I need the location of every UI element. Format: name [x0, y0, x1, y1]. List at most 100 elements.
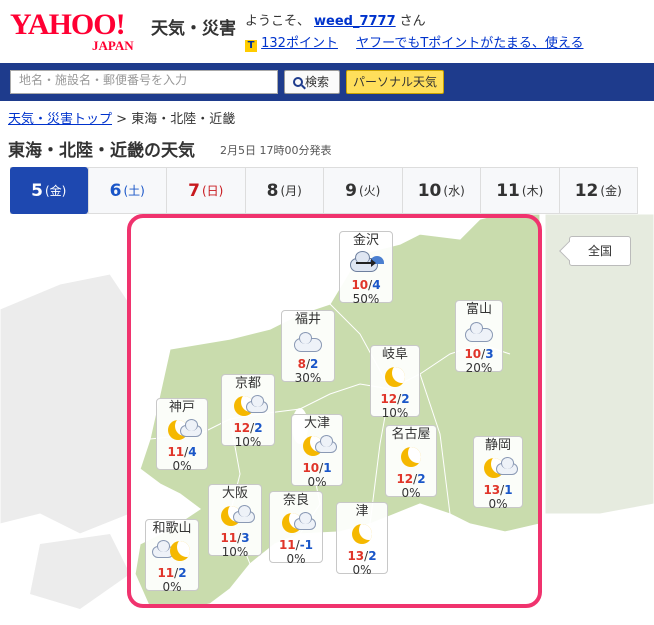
- moon-cloud-icon: [228, 391, 268, 421]
- breadcrumb-home-link[interactable]: 天気・災害トップ: [8, 112, 112, 127]
- weather-map: 全国 金沢 10/4 50% 福井 8/2 30% 富山 10/3 20% 岐阜…: [0, 214, 654, 622]
- outside-land-west: [0, 273, 131, 535]
- date-tab-day: 6: [109, 180, 122, 201]
- city-temps: 11/3: [220, 531, 250, 545]
- city-pop: 0%: [352, 563, 372, 577]
- city-name: 神戸: [168, 400, 195, 415]
- logo-subtext: JAPAN: [92, 38, 134, 53]
- city-temps: 10/3: [464, 347, 494, 361]
- cloud-icon: [459, 317, 499, 347]
- date-tab-day: 5: [31, 180, 43, 201]
- date-tab-day: 12: [574, 180, 599, 201]
- date-tab-11[interactable]: 11 (木): [480, 168, 559, 213]
- breadcrumb-separator: >: [116, 112, 128, 127]
- city-high: 13: [347, 549, 365, 563]
- page-title: 東海・北陸・近畿の天気: [8, 141, 195, 161]
- city-temps: 12/2: [396, 472, 426, 486]
- tpoint-icon: T: [245, 40, 257, 52]
- service-name: 天気・災害: [151, 19, 236, 39]
- date-tab-day: 8: [266, 180, 279, 201]
- moon-cloud-icon: [478, 453, 518, 483]
- city-temps: 13/1: [483, 483, 513, 497]
- city-low: 1: [504, 483, 513, 497]
- date-tab-8[interactable]: 8 (月): [244, 168, 324, 213]
- city-low: 1: [323, 461, 332, 475]
- date-tab-dow: (金): [600, 184, 622, 198]
- city-weather-osaka[interactable]: 大阪 11/3 10%: [208, 484, 262, 559]
- city-weather-wakayama[interactable]: 和歌山 11/2 0%: [145, 519, 199, 594]
- city-pop: 50%: [352, 292, 380, 306]
- city-high: 10: [351, 278, 369, 292]
- city-high: 13: [483, 483, 501, 497]
- date-tab-7[interactable]: 7 (日): [166, 168, 245, 213]
- tpoint-promo-link[interactable]: ヤフーでもTポイントがたまる、使える: [356, 36, 583, 51]
- city-high: 12: [396, 472, 414, 486]
- city-temps: 11/-1: [278, 538, 314, 552]
- city-name: 京都: [234, 376, 261, 391]
- city-weather-fukui[interactable]: 福井 8/2 30%: [281, 310, 335, 385]
- city-pop: 30%: [294, 371, 322, 385]
- city-weather-gifu[interactable]: 岐阜 12/2 10%: [370, 345, 420, 420]
- moon-cloud-icon: [276, 508, 316, 538]
- search-button-label: 検索: [305, 75, 330, 89]
- tpoint-row: T 132ポイント ヤフーでもTポイントがたまる、使える: [245, 32, 584, 52]
- city-weather-otsu[interactable]: 大津 10/1 0%: [291, 414, 343, 489]
- city-weather-kobe[interactable]: 神戸 11/4 0%: [156, 398, 208, 473]
- city-temps: 11/2: [157, 566, 187, 580]
- breadcrumb-current: 東海・北陸・近畿: [131, 112, 236, 127]
- city-name: 大阪: [221, 486, 248, 501]
- nationwide-button[interactable]: 全国: [569, 236, 631, 266]
- city-weather-tsu[interactable]: 津 13/2 0%: [336, 502, 388, 577]
- city-weather-toyama[interactable]: 富山 10/3 20%: [455, 300, 503, 375]
- moon-icon: [391, 442, 431, 472]
- yahoo-japan-logo[interactable]: YAHOO! JAPAN: [10, 8, 150, 58]
- moon-icon: [375, 362, 415, 392]
- city-pop: 10%: [234, 435, 262, 449]
- cloud-icon: [288, 327, 328, 357]
- city-pop: 0%: [172, 459, 192, 473]
- personal-weather-button[interactable]: パーソナル天気: [346, 70, 444, 94]
- city-high: 8: [297, 357, 306, 371]
- username-link[interactable]: weed_7777: [314, 14, 396, 29]
- breadcrumb: 天気・災害トップ > 東海・北陸・近畿: [8, 108, 235, 127]
- city-weather-shizuoka[interactable]: 静岡 13/1 0%: [473, 436, 523, 511]
- city-high: 11: [278, 538, 296, 552]
- city-high: 12: [380, 392, 398, 406]
- city-temps: 10/1: [302, 461, 332, 475]
- city-high: 12: [233, 421, 251, 435]
- date-tab-10[interactable]: 10 (水): [401, 168, 481, 213]
- city-low: 2: [310, 357, 319, 371]
- date-tab-dow: (火): [358, 184, 381, 198]
- city-high: 11: [167, 445, 185, 459]
- search-input[interactable]: 地名・施設名・郵便番号を入力: [10, 70, 278, 94]
- points-link[interactable]: 132ポイント: [261, 36, 338, 51]
- search-icon: [293, 77, 303, 87]
- date-tab-dow: (水): [443, 184, 465, 198]
- date-tab-9[interactable]: 9 (火): [323, 168, 402, 213]
- city-low: -1: [299, 538, 314, 552]
- city-name: 岐阜: [381, 347, 408, 362]
- date-tab-dow: (木): [521, 184, 544, 198]
- search-button[interactable]: 検索: [284, 70, 340, 94]
- city-weather-kyoto[interactable]: 京都 12/2 10%: [221, 374, 275, 449]
- city-name: 名古屋: [391, 427, 431, 442]
- city-pop: 0%: [286, 552, 306, 566]
- city-weather-nagoya[interactable]: 名古屋 12/2 0%: [385, 425, 437, 500]
- city-weather-nara[interactable]: 奈良 11/-1 0%: [269, 491, 323, 566]
- date-tab-5[interactable]: 5 (金): [10, 167, 88, 214]
- city-name: 和歌山: [152, 521, 192, 536]
- city-name: 奈良: [282, 493, 309, 508]
- moon-cloud-icon: [297, 431, 337, 461]
- rain-cloud-icon: [346, 248, 386, 278]
- city-pop: 10%: [381, 406, 409, 420]
- welcome-suffix: さん: [399, 14, 426, 29]
- date-tab-dow: (日): [201, 184, 224, 198]
- city-name: 大津: [303, 416, 330, 431]
- city-temps: 12/2: [233, 421, 263, 435]
- city-low: 3: [241, 531, 250, 545]
- date-tab-12[interactable]: 12 (金): [558, 168, 638, 213]
- city-weather-kanazawa[interactable]: 金沢 10/4 50%: [339, 231, 393, 306]
- city-temps: 11/4: [167, 445, 197, 459]
- date-tab-6[interactable]: 6 (土): [87, 168, 167, 213]
- date-tabs: 5 (金) 6 (土) 7 (日) 8 (月) 9 (火) 10 (水) 11 (木) 12(…: [10, 167, 638, 214]
